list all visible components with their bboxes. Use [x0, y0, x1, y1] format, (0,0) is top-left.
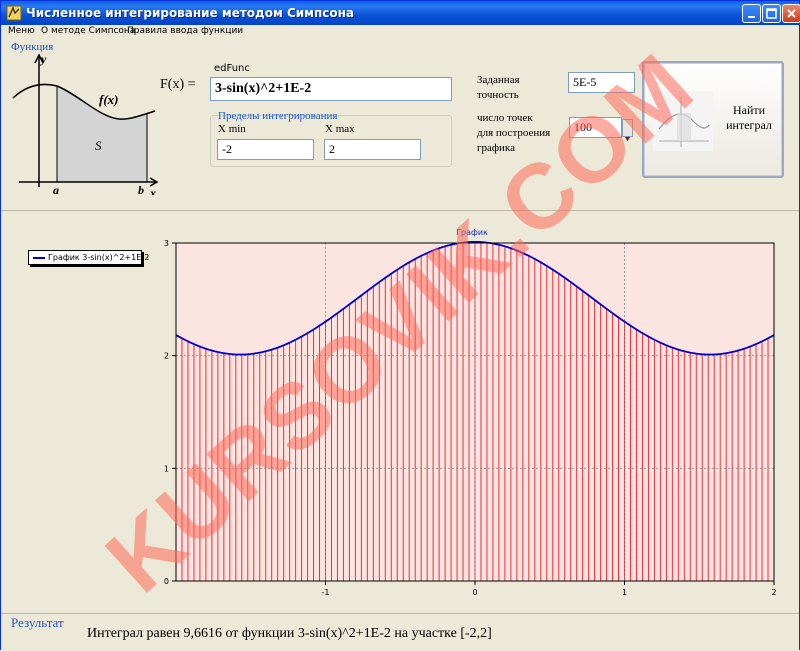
chart-panel: -1 0 1 2 0 1 2 3 График График 3-sin(x)^2+1E-2: [1, 212, 799, 612]
function-input[interactable]: 3-sin(x)^2+1E-2: [210, 77, 452, 101]
points-spinner[interactable]: [622, 119, 633, 141]
app-icon: [6, 5, 22, 21]
find-integral-line1: Найти: [732, 103, 766, 117]
points-label-line3: графика: [477, 142, 515, 154]
result-text: Интеграл равен 9,6616 от функции 3-sin(x…: [87, 626, 492, 641]
points-label-line1: число точек: [477, 112, 533, 124]
y-tick-label: 2: [164, 352, 169, 361]
points-input[interactable]: 100: [569, 117, 622, 138]
fig-b-label: b: [138, 183, 144, 195]
x-tick-label: 0: [472, 588, 477, 597]
fig-y-label: y: [39, 53, 47, 66]
minimize-icon: [748, 16, 755, 18]
xmin-label: X min: [218, 123, 246, 135]
app-window: Численное интегрирование методом Симпсон…: [0, 0, 800, 650]
x-tick-label: 1: [622, 588, 627, 597]
edfunc-label: edFunc: [214, 63, 250, 74]
legend-swatch: [33, 257, 45, 259]
menu-bar: Меню О методе Симпсона Правила ввода фун…: [1, 25, 799, 40]
x-tick-label: -1: [322, 588, 330, 597]
title-bar: Численное интегрирование методом Симпсон…: [1, 1, 800, 25]
precision-label-line2: точность: [477, 89, 519, 101]
chart-legend: График 3-sin(x)^2+1E-2: [28, 250, 149, 265]
fig-fx-label: f(x): [99, 92, 119, 107]
integral-illustration: y f(x) S a b x: [12, 53, 159, 195]
y-tick-label: 1: [164, 464, 169, 473]
minimize-button[interactable]: [742, 4, 761, 23]
maximize-button[interactable]: [762, 4, 781, 23]
window-title: Численное интегрирование методом Симпсон…: [26, 6, 355, 20]
menu-item-about-simpson[interactable]: О методе Симпсона: [41, 26, 135, 36]
result-panel: Результат Интеграл равен 9,6616 от функц…: [1, 613, 799, 650]
result-label: Результат: [11, 615, 64, 630]
precision-label-line1: Заданная: [477, 74, 520, 86]
close-icon: [787, 9, 796, 18]
menu-item-input-rules[interactable]: Правила ввода функции: [127, 26, 243, 36]
function-group-label: Функция: [11, 41, 54, 53]
fig-area-label: S: [95, 138, 102, 153]
function-panel: Функция y f(x) S a b x F(x) = edFunc 3-s…: [1, 41, 799, 211]
limits-group-label: Пределы интегрирования: [218, 110, 338, 122]
spin-up-button[interactable]: [623, 120, 632, 133]
chart-title: График: [456, 228, 488, 237]
arrow-down-icon: [625, 137, 630, 141]
fx-label: F(x) =: [160, 77, 196, 92]
find-integral-button[interactable]: Найти интеграл: [642, 61, 784, 178]
precision-input[interactable]: 5E-5: [568, 72, 635, 93]
find-integral-line2: интеграл: [726, 118, 772, 132]
points-label-line2: для построения: [477, 127, 551, 139]
spin-down-button[interactable]: [623, 128, 632, 141]
maximize-icon: [766, 8, 777, 19]
y-tick-label: 3: [164, 239, 169, 248]
xmax-input[interactable]: 2: [324, 139, 421, 160]
function-chart: -1 0 1 2 0 1 2 3: [164, 239, 777, 597]
xmax-label: X max: [325, 123, 355, 135]
legend-label: График 3-sin(x)^2+1E-2: [48, 253, 150, 262]
fig-x-label: x: [149, 186, 156, 195]
x-tick-label: 2: [771, 588, 776, 597]
menu-item-main[interactable]: Меню: [8, 26, 35, 36]
fig-a-label: a: [53, 183, 59, 195]
y-tick-label: 0: [164, 577, 169, 586]
xmin-input[interactable]: -2: [217, 139, 314, 160]
graph-thumbnail-icon: [653, 91, 713, 151]
close-button[interactable]: [782, 4, 800, 23]
